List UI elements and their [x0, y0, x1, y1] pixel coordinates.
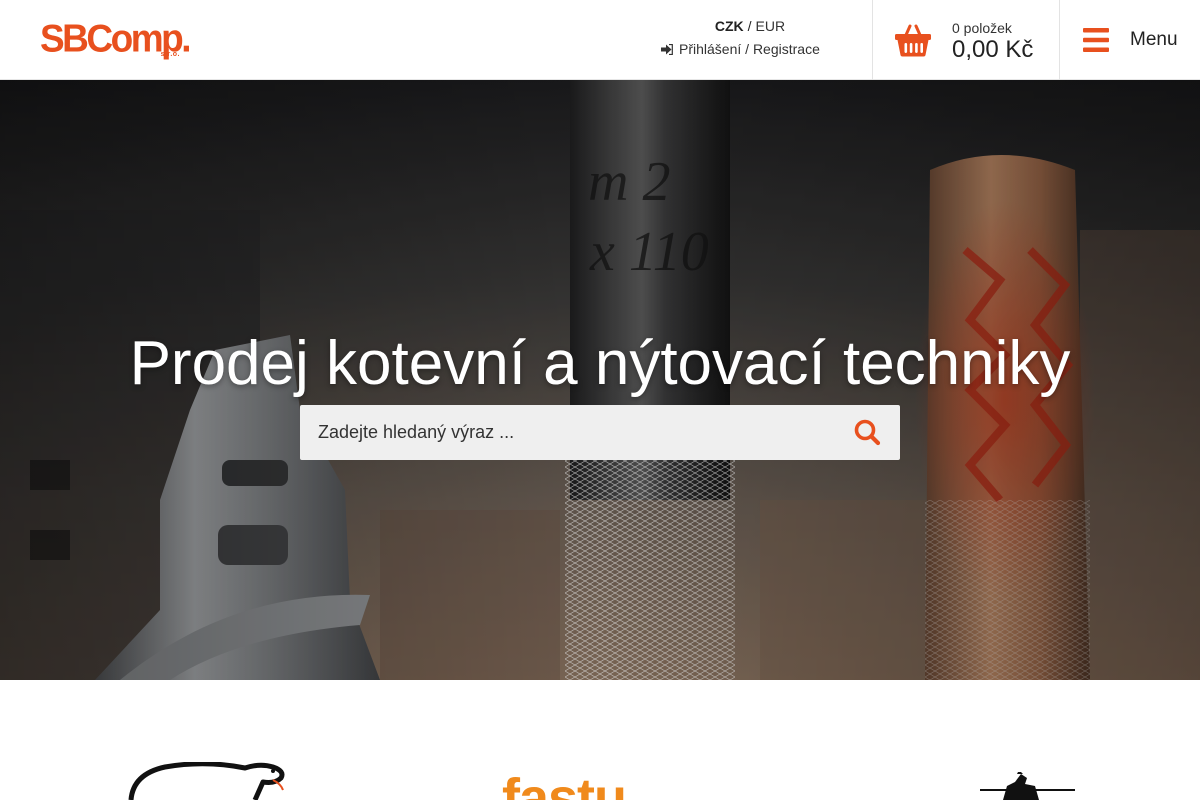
search-button[interactable] [848, 413, 888, 453]
site-header: SBComp. s.r.o. CZK / EUR Přihlášení / Regi… [0, 0, 1200, 80]
account-links: Přihlášení / Registrace [661, 40, 831, 58]
search-form [300, 405, 900, 460]
search-input[interactable] [300, 405, 840, 460]
shopping-basket-icon [895, 24, 931, 57]
account-separator: / [745, 41, 750, 57]
hero-title: Prodej kotevní a nýtovací techniky [129, 328, 1071, 398]
knight-brand-logo[interactable] [975, 772, 1080, 800]
brand-logos: fastu [0, 680, 1200, 800]
lizard-brand-logo[interactable] [125, 762, 290, 800]
menu-button[interactable]: Menu [1060, 0, 1200, 80]
currency-separator: / [747, 18, 752, 34]
hamburger-menu-icon [1083, 28, 1109, 52]
currency-czk[interactable]: CZK [715, 18, 744, 34]
menu-label: Menu [1130, 29, 1178, 50]
sbcomp-logo[interactable]: SBComp. s.r.o. [40, 17, 192, 62]
register-link[interactable]: Registrace [753, 41, 820, 57]
currency-eur[interactable]: EUR [756, 18, 786, 34]
login-link[interactable]: Přihlášení [679, 41, 741, 57]
cart-item-count: 0 položek [952, 20, 1012, 36]
fastu-logo-text: fastu [502, 776, 626, 800]
search-icon [854, 419, 881, 446]
hero-banner: m 2 x 110 Prodej kotevní a nýtovací tech… [0, 80, 1200, 680]
currency-switcher: CZK / EUR [650, 17, 850, 35]
cart-total: 0,00 Kč [952, 36, 1034, 63]
sign-in-icon [661, 44, 673, 55]
cart-button[interactable]: 0 položek 0,00 Kč [873, 0, 1059, 80]
fastu-brand-logo[interactable]: fastu [500, 776, 690, 800]
logo-subtext: s.r.o. [160, 51, 180, 58]
